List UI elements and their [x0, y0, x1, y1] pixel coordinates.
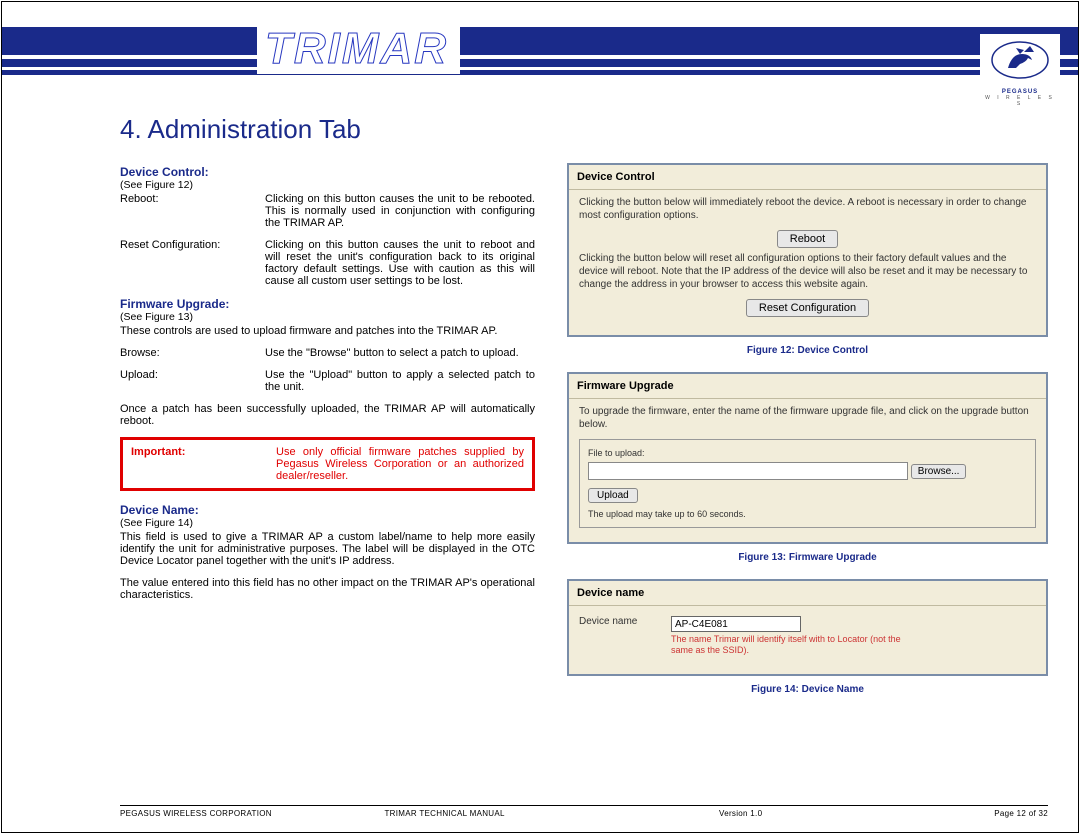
figure-13-caption: Figure 13: Firmware Upgrade	[567, 552, 1048, 563]
reset-config-button[interactable]: Reset Configuration	[746, 299, 869, 317]
important-callout: Important: Use only official firmware pa…	[120, 437, 535, 491]
device-name-input[interactable]	[671, 616, 801, 632]
reboot-definition: Reboot: Clicking on this button causes t…	[120, 193, 535, 229]
content-area: 4. Administration Tab Device Control: (S…	[120, 114, 1048, 711]
file-path-input[interactable]	[588, 462, 908, 480]
header-stripes	[2, 27, 1078, 75]
upload-definition: Upload: Use the "Upload" button to apply…	[120, 369, 535, 393]
browse-definition: Browse: Use the "Browse" button to selec…	[120, 347, 535, 359]
device-name-p2: The value entered into this field has no…	[120, 577, 535, 601]
page: TRIMAR PEGASUS W I R E L E S S 4. Admini…	[1, 1, 1079, 833]
device-name-panel: Device name Device name The name Trimar …	[567, 579, 1048, 676]
device-name-heading: Device Name:	[120, 503, 535, 517]
device-name-p1: This field is used to give a TRIMAR AP a…	[120, 531, 535, 567]
figure-14-caption: Figure 14: Device Name	[567, 684, 1048, 695]
pegasus-icon	[990, 36, 1050, 84]
brand-logo-text: TRIMAR	[257, 24, 460, 74]
page-footer: PEGASUS WIRELESS CORPORATION TRIMAR TECH…	[120, 805, 1048, 818]
reboot-button[interactable]: Reboot	[777, 230, 838, 248]
device-control-panel: Device Control Clicking the button below…	[567, 163, 1048, 337]
firmware-intro: These controls are used to upload firmwa…	[120, 325, 535, 337]
figure-12-caption: Figure 12: Device Control	[567, 345, 1048, 356]
firmware-outro: Once a patch has been successfully uploa…	[120, 403, 535, 427]
see-figure-13: (See Figure 13)	[120, 311, 535, 323]
upload-area: File to upload: Browse... Upload The upl…	[579, 439, 1036, 528]
footer-version: Version 1.0	[549, 809, 884, 818]
see-figure-14: (See Figure 14)	[120, 517, 535, 529]
pegasus-logo: PEGASUS W I R E L E S S	[980, 34, 1060, 109]
firmware-heading: Firmware Upgrade:	[120, 297, 535, 311]
left-column: Device Control: (See Figure 12) Reboot: …	[120, 163, 535, 711]
footer-page: Page 12 of 32	[884, 809, 1049, 818]
device-control-heading: Device Control:	[120, 165, 535, 179]
reset-config-definition: Reset Configuration: Clicking on this bu…	[120, 239, 535, 287]
browse-button[interactable]: Browse...	[911, 464, 967, 479]
page-title: 4. Administration Tab	[120, 114, 1048, 145]
footer-company: PEGASUS WIRELESS CORPORATION	[120, 809, 285, 818]
right-column: Device Control Clicking the button below…	[567, 163, 1048, 711]
footer-doc-title: TRIMAR TECHNICAL MANUAL	[285, 809, 550, 818]
firmware-upgrade-panel: Firmware Upgrade To upgrade the firmware…	[567, 372, 1048, 544]
see-figure-12: (See Figure 12)	[120, 179, 535, 191]
upload-button[interactable]: Upload	[588, 488, 638, 503]
